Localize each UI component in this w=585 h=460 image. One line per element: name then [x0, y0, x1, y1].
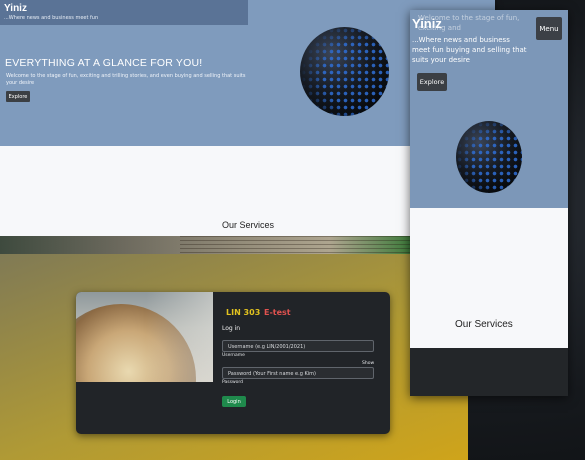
username-input[interactable]: Username (e.g LIN/2001/2021): [222, 340, 374, 352]
desktop-header-bar: [0, 0, 248, 25]
mobile-sphere-dots: [456, 121, 522, 193]
mobile-brand-logo[interactable]: Yiniz: [412, 16, 442, 31]
mobile-dotted-sphere-image: [456, 121, 522, 193]
newspaper-text-lines: [180, 236, 410, 254]
desktop-brand-logo[interactable]: Yiniz: [4, 3, 27, 14]
newspaper-photo-strip: [0, 236, 412, 254]
desktop-explore-button[interactable]: Explore: [6, 91, 30, 102]
services-heading: Our Services: [222, 220, 275, 230]
course-code: LIN 303: [226, 308, 261, 317]
username-caption: Username: [222, 353, 245, 358]
desktop-tagline: ...Where news and business meet fun: [4, 15, 99, 21]
password-input[interactable]: Password (Your First name e.g Kim): [222, 367, 374, 379]
dotted-sphere-image: [300, 27, 389, 116]
mobile-explore-button[interactable]: Explore: [417, 73, 447, 91]
mobile-preview: Welcome to the stage of fun, exciting an…: [410, 10, 568, 396]
hero-headline: EVERYTHING AT A GLANCE FOR YOU!: [5, 57, 203, 69]
login-button[interactable]: Login: [222, 396, 246, 407]
mobile-services-heading: Our Services: [455, 319, 513, 330]
password-caption: Password: [222, 380, 244, 385]
globe-photo: [76, 292, 213, 382]
mobile-menu-button[interactable]: Menu: [536, 17, 562, 40]
login-card: LIN 303 E-test Log in Username (e.g LIN/…: [76, 292, 390, 434]
course-title: E-test: [264, 308, 291, 317]
mobile-tagline: ...Where news and business meet fun buyi…: [412, 36, 527, 64]
mobile-dark-footer: [410, 348, 568, 396]
login-form-label: Log in: [222, 325, 241, 332]
hero-subtext: Welcome to the stage of fun, exciting an…: [6, 73, 246, 86]
show-password-toggle[interactable]: Show: [362, 361, 374, 366]
sphere-dots: [300, 27, 389, 116]
globe-photo-shade: [146, 292, 213, 382]
